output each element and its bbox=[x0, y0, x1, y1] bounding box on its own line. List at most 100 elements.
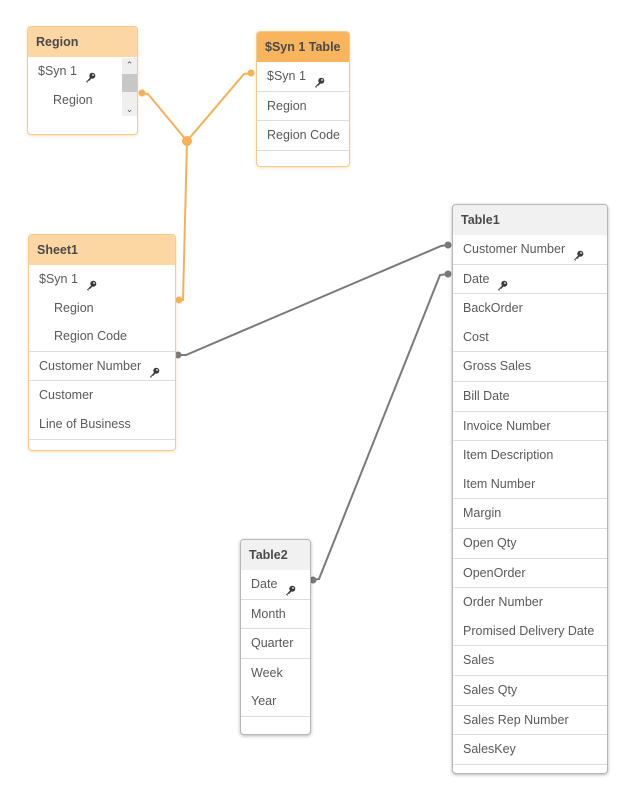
field-label: Month bbox=[251, 606, 286, 621]
field-row[interactable]: Region Code bbox=[29, 322, 175, 351]
chevron-down-icon[interactable]: ⌄ bbox=[122, 102, 137, 116]
table-table2[interactable]: Table2 Date Month Quarter Week Year bbox=[240, 539, 311, 735]
field-label: Sales Rep Number bbox=[463, 712, 569, 727]
field-label: Region bbox=[267, 98, 307, 113]
field-list: $Syn 1 Region Region Code Customer Number Cu… bbox=[29, 265, 175, 450]
field-row[interactable]: Date bbox=[241, 570, 310, 599]
table-header[interactable]: Region bbox=[28, 27, 137, 57]
field-row[interactable]: Date bbox=[453, 265, 607, 294]
field-label: $Syn 1 bbox=[38, 64, 77, 78]
field-group: Date bbox=[241, 570, 310, 600]
table-header[interactable]: Table1 bbox=[453, 205, 607, 235]
scrollbar-thumb[interactable] bbox=[122, 74, 137, 92]
field-label: Sales bbox=[463, 653, 495, 668]
field-label: Bill Date bbox=[463, 388, 510, 403]
field-list: Date Month Quarter Week Year bbox=[241, 570, 310, 733]
field-label: Sales Qty bbox=[463, 682, 518, 697]
chevron-up-icon[interactable]: ⌃ bbox=[122, 58, 137, 72]
empty-row bbox=[241, 717, 310, 733]
field-row[interactable]: Customer Number bbox=[29, 352, 175, 381]
field-label: Region Code bbox=[267, 128, 340, 143]
field-row[interactable]: Sales bbox=[453, 646, 607, 675]
field-label: Customer Number bbox=[463, 242, 566, 256]
table-sheet1[interactable]: Sheet1 $Syn 1 Region Region Code Customer N… bbox=[28, 234, 176, 451]
field-label: Date bbox=[463, 271, 490, 286]
field-row[interactable]: Sales Rep Number bbox=[453, 706, 607, 735]
field-label: Order Number bbox=[463, 595, 543, 610]
key-icon bbox=[85, 65, 96, 84]
link-junction-to-sheet1[interactable] bbox=[179, 140, 188, 301]
table-header[interactable]: $Syn 1 Table bbox=[257, 32, 349, 62]
key-icon bbox=[497, 273, 508, 291]
field-group: Quarter bbox=[241, 629, 310, 659]
field-label: Customer bbox=[39, 388, 94, 403]
field-row[interactable]: Sales Qty bbox=[453, 676, 607, 705]
field-label: BackOrder bbox=[463, 301, 523, 316]
field-row[interactable]: Customer Number bbox=[453, 235, 607, 264]
field-group: Order Number Promised Delivery Date bbox=[453, 588, 607, 647]
field-group: Sales bbox=[453, 646, 607, 676]
table-header[interactable]: Table2 bbox=[241, 540, 310, 570]
field-label: Gross Sales bbox=[463, 359, 532, 374]
field-row[interactable]: Week bbox=[241, 659, 310, 688]
field-group: $Syn 1 bbox=[257, 62, 349, 92]
field-label: Item Description bbox=[463, 448, 554, 463]
link-sheet1-table1-customer-number[interactable] bbox=[178, 244, 449, 356]
scrollbar[interactable]: ⌃ ⌄ bbox=[122, 58, 137, 116]
field-row[interactable]: Promised Delivery Date bbox=[453, 617, 607, 646]
field-label: Cost bbox=[463, 329, 489, 344]
field-row[interactable]: Region Code bbox=[257, 121, 349, 150]
link-junction-to-syn1table[interactable] bbox=[186, 72, 253, 142]
key-icon bbox=[573, 243, 584, 262]
field-label: OpenOrder bbox=[463, 565, 526, 580]
field-row[interactable]: Item Number bbox=[453, 470, 607, 499]
field-group: OpenOrder bbox=[453, 559, 607, 589]
link-table2-table1-date[interactable] bbox=[312, 273, 449, 581]
field-row[interactable]: $Syn 1 bbox=[29, 265, 175, 294]
field-row[interactable]: Month bbox=[241, 600, 310, 629]
field-row[interactable]: Region bbox=[257, 92, 349, 121]
field-label: Customer Number bbox=[39, 358, 142, 373]
field-row[interactable]: Year bbox=[241, 687, 310, 716]
field-row[interactable]: Invoice Number bbox=[453, 412, 607, 441]
table-table1[interactable]: Table1 Customer Number Date BackOrder Cost G… bbox=[452, 204, 608, 774]
field-label: Week bbox=[251, 665, 283, 680]
field-row[interactable]: Gross Sales bbox=[453, 352, 607, 381]
field-row[interactable]: Item Description bbox=[453, 441, 607, 470]
field-row[interactable]: SalesKey bbox=[453, 735, 607, 764]
field-row[interactable]: Open Qty bbox=[453, 529, 607, 558]
field-group: $Syn 1 Region bbox=[28, 57, 137, 114]
empty-row bbox=[29, 440, 175, 450]
field-row[interactable]: $Syn 1 bbox=[257, 62, 349, 91]
field-row[interactable]: Bill Date bbox=[453, 382, 607, 411]
field-group: Bill Date bbox=[453, 382, 607, 412]
field-list: $Syn 1 Region bbox=[28, 57, 137, 114]
field-label: Region bbox=[54, 300, 94, 315]
field-label: Invoice Number bbox=[463, 418, 551, 433]
field-row[interactable]: Margin bbox=[453, 499, 607, 528]
field-list: Customer Number Date BackOrder Cost Gross Sa… bbox=[453, 235, 607, 773]
field-group: Item Description Item Number bbox=[453, 441, 607, 500]
field-group: Invoice Number bbox=[453, 412, 607, 442]
field-label: Promised Delivery Date bbox=[463, 623, 595, 638]
field-row[interactable]: $Syn 1 bbox=[28, 57, 137, 86]
field-row[interactable]: Order Number bbox=[453, 588, 607, 617]
field-row[interactable]: BackOrder bbox=[453, 294, 607, 323]
table-header[interactable]: Sheet1 bbox=[29, 235, 175, 265]
field-group: $Syn 1 Region Region Code bbox=[29, 265, 175, 352]
field-row[interactable]: Customer bbox=[29, 381, 175, 410]
field-label: Year bbox=[251, 694, 277, 709]
key-icon bbox=[314, 70, 325, 89]
field-row[interactable]: Region bbox=[28, 86, 137, 115]
table-region[interactable]: Region $Syn 1 Region ⌃ ⌄ bbox=[27, 26, 138, 135]
field-row[interactable]: Cost bbox=[453, 323, 607, 352]
field-row[interactable]: Line of Business bbox=[29, 410, 175, 439]
key-links bbox=[174, 241, 452, 584]
table-syn1[interactable]: $Syn 1 Table $Syn 1 Region Region Code bbox=[256, 31, 350, 167]
field-label: $Syn 1 bbox=[267, 69, 306, 83]
field-row[interactable]: Quarter bbox=[241, 629, 310, 658]
field-row[interactable]: OpenOrder bbox=[453, 559, 607, 588]
field-group: Date bbox=[453, 265, 607, 295]
field-row[interactable]: Region bbox=[29, 294, 175, 323]
link-region-to-junction[interactable] bbox=[141, 92, 188, 142]
